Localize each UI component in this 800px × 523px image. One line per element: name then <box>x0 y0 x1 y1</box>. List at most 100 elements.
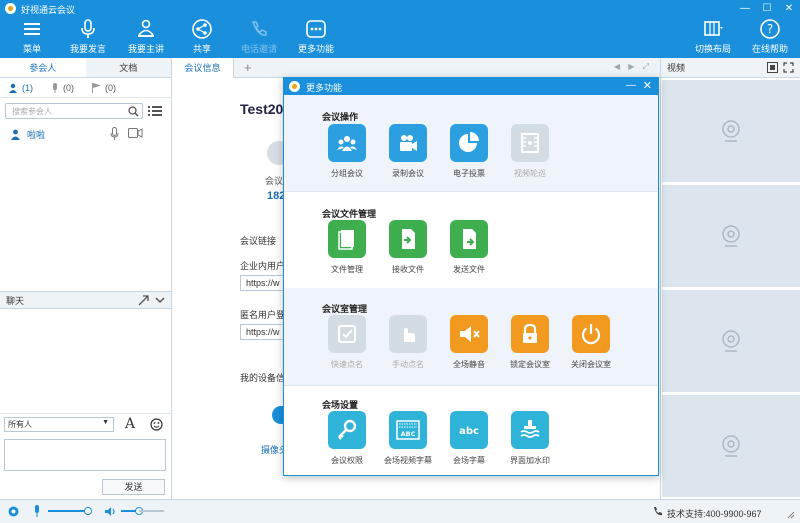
support-hotline: 技术支持:400-9900-967 <box>667 509 762 519</box>
microphone-icon <box>53 82 57 93</box>
chat-recipient-select[interactable]: 所有人 ▼ <box>4 417 114 432</box>
feature-electronic-vote[interactable]: 电子投票 <box>439 124 499 179</box>
mic-count-filter[interactable]: (0) <box>51 82 74 93</box>
power-icon <box>572 315 610 353</box>
abc-icon: abc <box>450 411 488 449</box>
watermark-icon <box>511 411 549 449</box>
feature-venue-subtitle[interactable]: abc 会场字幕 <box>439 411 499 466</box>
menu-icon <box>24 23 40 35</box>
participant-row[interactable]: 啦啦 <box>0 124 171 144</box>
video-slot[interactable] <box>662 290 800 392</box>
feature-meeting-permissions[interactable]: 会议权限 <box>317 411 377 466</box>
feature-label: 视频轮巡 <box>514 169 546 178</box>
group-icon <box>328 124 366 162</box>
tab-documents[interactable]: 文档 <box>85 58 171 77</box>
video-panel: 视频 <box>660 58 800 499</box>
help-icon: ? <box>760 19 780 39</box>
phone-invite-button[interactable]: 电话邀请 <box>234 18 284 56</box>
chevron-down-icon[interactable] <box>155 295 165 305</box>
feature-file-management[interactable]: 文件管理 <box>317 220 377 275</box>
video-slot[interactable] <box>662 395 800 497</box>
more-icon <box>306 20 326 38</box>
feature-record-meeting[interactable]: 录制会议 <box>378 124 438 179</box>
list-view-icon[interactable] <box>148 105 162 117</box>
phone-icon <box>251 21 267 36</box>
feature-manual-roll-call: 手动点名 <box>378 315 438 370</box>
speak-button[interactable]: 我要发言 <box>63 18 113 56</box>
abc-icon-text: abc <box>459 426 479 437</box>
more-functions-button[interactable]: 更多功能 <box>291 18 341 56</box>
section-title: 会议文件管理 <box>322 209 377 219</box>
video-slot[interactable] <box>662 185 800 287</box>
video-slot[interactable] <box>662 80 800 182</box>
microphone-volume-icon[interactable] <box>33 505 41 517</box>
host-button[interactable]: 我要主讲 <box>121 18 171 56</box>
participant-mic-icon[interactable] <box>110 127 119 140</box>
microphone-icon <box>81 19 95 38</box>
add-tab-button[interactable]: + <box>244 60 252 75</box>
files-icon <box>328 220 366 258</box>
tab-nav-icons[interactable]: ◀ ▶ ⤢ <box>614 62 652 72</box>
dialog-header[interactable]: 更多功能 — ✕ <box>284 78 658 95</box>
video-camera-icon <box>389 124 427 162</box>
speaker-icon[interactable] <box>104 506 117 517</box>
send-button[interactable]: 发送 <box>102 479 165 495</box>
feature-quick-roll-call: 快速点名 <box>317 315 377 370</box>
section-venue-settings: 会场设置 会议权限 ABC 会场视频字幕 abc 会场字幕 界面加水印 <box>284 385 658 475</box>
fullscreen-icon[interactable] <box>783 62 794 73</box>
feature-watermark[interactable]: 界面加水印 <box>500 411 560 466</box>
webcam-icon <box>722 225 740 247</box>
tab-meeting-info[interactable]: 会议信息 <box>172 58 234 78</box>
close-icon[interactable]: ✕ <box>643 79 652 92</box>
minimize-icon[interactable]: — <box>734 0 756 16</box>
device-info-label: 我的设备信 <box>240 373 286 383</box>
participant-search-input[interactable]: 搜索参会人 <box>5 103 143 119</box>
font-format-icon[interactable]: A <box>125 416 135 432</box>
feature-lock-room[interactable]: 锁定会议室 <box>500 315 560 370</box>
participant-camera-icon[interactable] <box>128 128 143 138</box>
video-panel-title: 视频 <box>667 63 686 73</box>
feature-video-patrol: 视频轮巡 <box>500 124 560 179</box>
feature-close-room[interactable]: 关闭会议室 <box>561 315 621 370</box>
close-icon[interactable]: ✕ <box>778 0 800 16</box>
section-title: 会议室管理 <box>322 304 368 314</box>
help-button[interactable]: ? 在线帮助 <box>745 18 795 56</box>
feature-send-file[interactable]: 发送文件 <box>439 220 499 275</box>
more-functions-dialog: 更多功能 — ✕ 会议操作 分组会议 录制会议 电子投票 视频轮巡 会议文件管理… <box>283 77 659 476</box>
share-button[interactable]: 共享 <box>177 18 227 56</box>
minimize-icon[interactable]: — <box>626 80 636 91</box>
feature-label: 会议权限 <box>331 456 363 465</box>
participants-count-filter[interactable]: (1) <box>8 83 33 93</box>
speaker-volume-slider[interactable] <box>121 507 143 515</box>
host-label: 我要主讲 <box>127 44 164 54</box>
check-icon <box>328 315 366 353</box>
feature-label: 关闭会议室 <box>571 360 611 369</box>
feature-video-subtitle[interactable]: ABC 会场视频字幕 <box>378 411 438 466</box>
caption-icon: ABC <box>389 411 427 449</box>
chat-header: 聊天 <box>0 291 171 309</box>
mic-count: (0) <box>63 82 74 93</box>
flag-count-filter[interactable]: (0) <box>92 82 116 93</box>
feature-mute-all[interactable]: 全场静音 <box>439 315 499 370</box>
search-icon[interactable] <box>128 106 139 117</box>
feature-label: 文件管理 <box>331 265 363 274</box>
layout-button[interactable]: 切换布局 <box>688 18 738 56</box>
emoji-icon[interactable] <box>150 418 163 431</box>
resize-grip-icon[interactable] <box>786 510 795 519</box>
maximize-icon[interactable]: ☐ <box>756 0 778 16</box>
mic-volume-slider[interactable] <box>48 507 92 515</box>
slider-knob[interactable] <box>84 507 92 515</box>
speaker-volume-track[interactable] <box>139 510 164 512</box>
feature-label: 分组会议 <box>331 169 363 178</box>
chat-message-input[interactable] <box>4 439 166 471</box>
fit-screen-icon[interactable] <box>767 62 778 73</box>
feature-group-meeting[interactable]: 分组会议 <box>317 124 377 179</box>
host-avatar-icon <box>11 129 20 140</box>
section-title: 会场设置 <box>322 400 359 410</box>
feature-receive-file[interactable]: 接收文件 <box>378 220 438 275</box>
menu-button[interactable]: 菜单 <box>7 18 57 56</box>
webcam-icon <box>722 435 740 457</box>
tab-participants[interactable]: 参会人 <box>0 58 86 77</box>
status-bar: 技术支持:400-9900-967 <box>0 499 800 523</box>
expand-icon[interactable] <box>138 295 149 306</box>
